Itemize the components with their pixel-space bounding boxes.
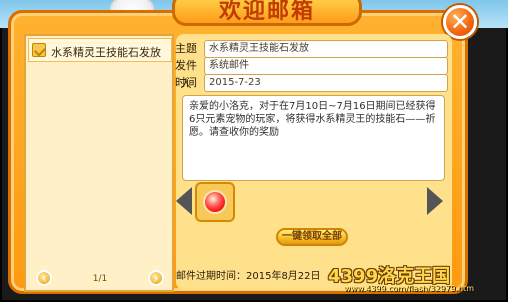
mail-list: 水系精灵王技能石发放 <box>24 34 174 292</box>
close-button[interactable]: ✕ <box>443 5 477 39</box>
mail-list-item-title: 水系精灵王技能石发放 <box>51 46 161 59</box>
mail-content: 亲爱的小洛克，对于在7月10日~7月16日期间已经获得6只元素宠物的玩家，将获得… <box>182 95 445 181</box>
pager-text: 1/1 <box>92 274 108 284</box>
sender-label: 发件人 <box>175 59 197 90</box>
subject-value: 水系精灵王技能石发放 <box>204 40 448 58</box>
claim-all-button[interactable]: 一键领取全部 <box>276 228 348 246</box>
time-value: 2015-7-23 <box>204 74 448 92</box>
chevron-right-icon: › <box>153 271 159 285</box>
mail-list-item[interactable]: 水系精灵王技能石发放 <box>28 38 172 62</box>
reward-prev-arrow[interactable] <box>176 187 192 215</box>
claim-all-label: 一键领取全部 <box>282 231 342 242</box>
page-title: 欢迎邮箱 <box>172 0 362 26</box>
sender-value: 系统邮件 <box>204 57 448 75</box>
skill-stone-icon <box>205 192 225 212</box>
reward-item-slot[interactable] <box>195 182 235 222</box>
subject-label: 主题 <box>175 42 197 55</box>
pager-prev-button[interactable]: ‹ <box>36 270 52 286</box>
watermark-logo: 4399洛克王国 <box>328 266 451 287</box>
chevron-left-icon: ‹ <box>41 271 47 285</box>
watermark-url: www.4399.com/flash/32979.htm <box>344 284 474 293</box>
reward-next-arrow[interactable] <box>427 187 443 215</box>
close-icon: ✕ <box>449 8 471 36</box>
gift-icon <box>32 43 46 57</box>
time-label: 时间 <box>175 76 197 89</box>
page-title-text: 欢迎邮箱 <box>218 0 315 24</box>
pager-next-button[interactable]: › <box>148 270 164 286</box>
